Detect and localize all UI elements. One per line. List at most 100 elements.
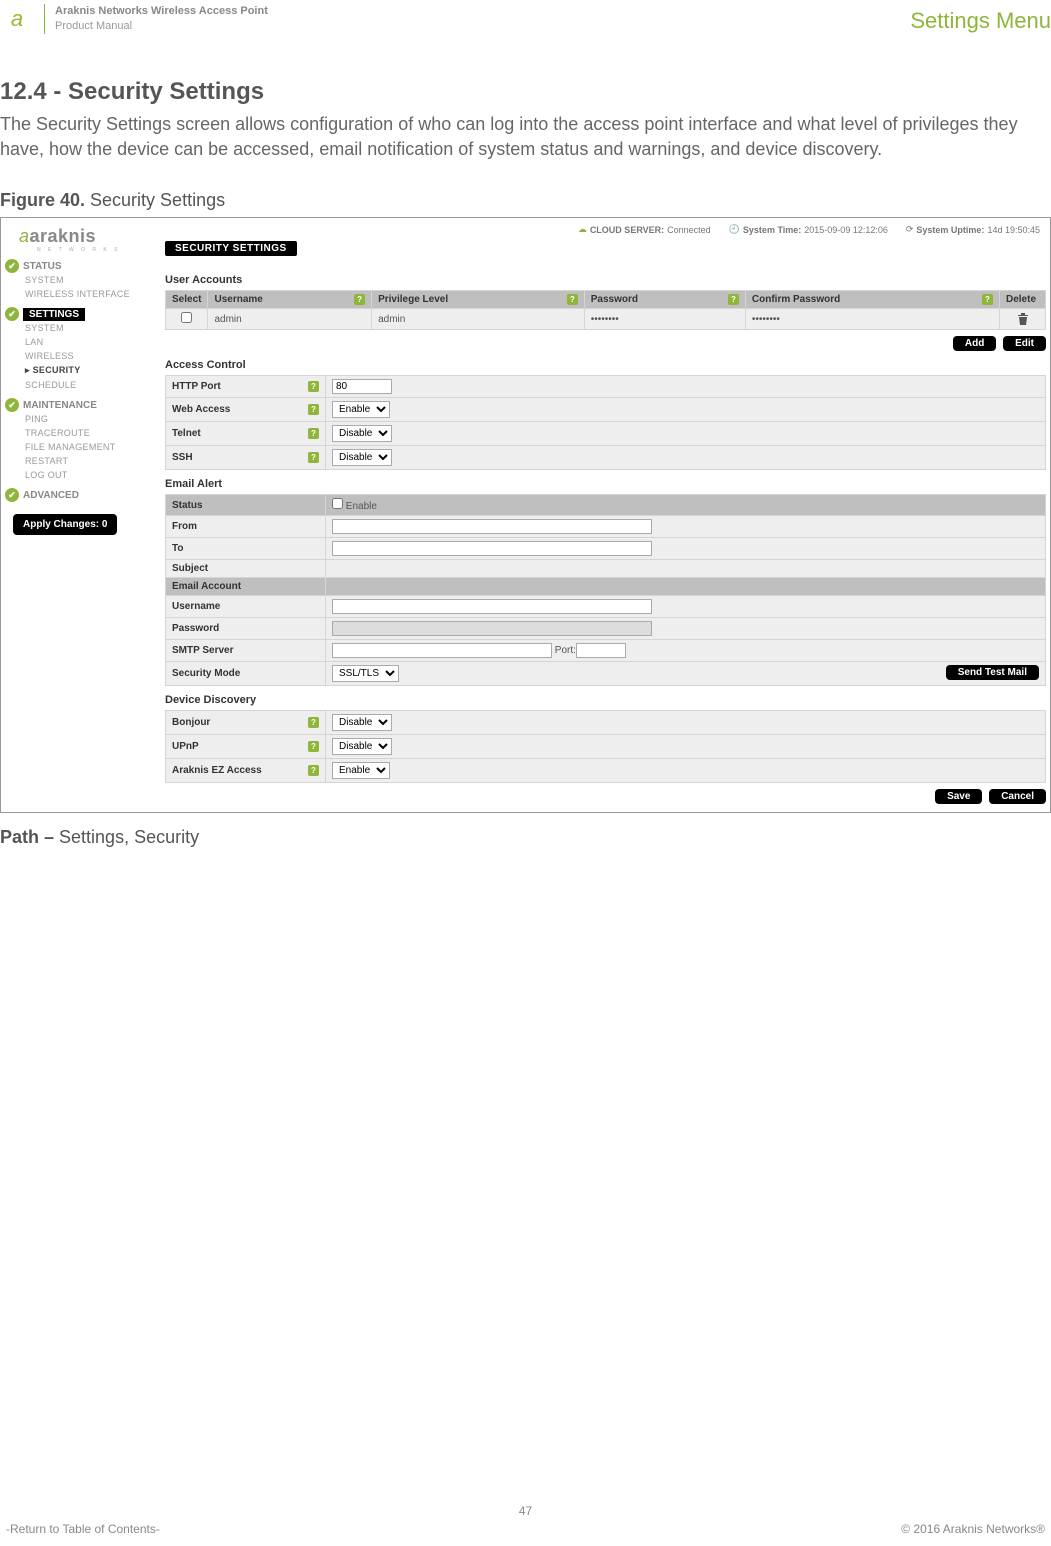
help-icon[interactable]: ? [308,381,319,392]
column-header: Confirm Password? [745,291,999,309]
table-row: HTTP Port? [166,376,1046,398]
sidebar-item[interactable]: FILE MANAGEMENT [5,440,165,454]
page-title-pill: SECURITY SETTINGS [165,241,297,256]
systime-label: System Time: [743,225,801,235]
table-row: Password [166,618,1046,640]
header-title-block: Araknis Networks Wireless Access Point P… [55,4,268,34]
help-icon[interactable]: ? [308,765,319,776]
username-input[interactable] [332,599,652,614]
help-icon[interactable]: ? [308,404,319,415]
araknis ez access-select[interactable]: Enable [332,762,390,779]
table-row: From [166,516,1046,538]
help-icon[interactable]: ? [308,452,319,463]
help-icon[interactable]: ? [354,294,365,305]
trash-icon[interactable] [1017,312,1029,326]
sidebar-group-settings[interactable]: ✔SETTINGS [5,307,165,321]
cloud-label: CLOUD SERVER: [590,225,664,235]
table-row: SSH?Disable [166,446,1046,470]
help-icon[interactable]: ? [982,294,993,305]
sidebar-item[interactable]: WIRELESS [5,349,165,363]
device-discovery-table: Bonjour?DisableUPnP?DisableAraknis EZ Ac… [165,710,1046,783]
access-control-table: HTTP Port?Web Access? Enable Telnet? Disabl… [165,375,1046,470]
sidebar-group-advanced[interactable]: ✔ADVANCED [5,488,165,502]
row-label: From [166,516,326,538]
to-input[interactable] [332,541,652,556]
sidebar-item[interactable]: ▸ SECURITY [5,363,165,378]
sidebar-group-maintenance[interactable]: ✔MAINTENANCE [5,398,165,412]
row-value: Enable [326,398,1046,422]
araknis-logo-icon: a [0,6,34,32]
sidebar-item[interactable]: RESTART [5,454,165,468]
row-label: Subject [166,560,326,578]
page-footer: 47 -Return to Table of Contents- © 2016 … [0,1504,1051,1536]
sidebar-item[interactable]: SYSTEM [5,273,165,287]
help-icon[interactable]: ? [308,717,319,728]
section-heading: 12.4 - Security Settings [0,78,1051,106]
cloud-value: Connected [667,225,711,235]
confirm-password-cell: •••••••• [745,309,999,330]
sidebar-item[interactable]: LAN [5,335,165,349]
sidebar-item[interactable]: SCHEDULE [5,378,165,392]
system-uptime: ⟳ System Uptime: 14d 19:50:45 [906,224,1040,235]
security-mode-select[interactable]: SSL/TLS [332,665,399,682]
smtp-server-input[interactable] [332,643,552,658]
row-value [326,516,1046,538]
row-value [326,578,1046,596]
row-label: Telnet? [166,422,326,446]
status-enable-checkbox[interactable] [332,498,343,509]
access-control-heading: Access Control [165,359,1046,371]
apply-changes-button[interactable]: Apply Changes: 0 [13,514,117,535]
sidebar-item[interactable]: WIRELESS INTERFACE [5,287,165,301]
web access-select[interactable]: Enable [332,401,390,418]
username-cell: admin [208,309,372,330]
password-input[interactable] [332,621,652,636]
row-label: Web Access? [166,398,326,422]
table-row: Email Account [166,578,1046,596]
row-value: Enable [326,495,1046,516]
column-header: Select [166,291,208,309]
from-input[interactable] [332,519,652,534]
figure-caption: Figure 40. Security Settings [0,190,1051,211]
send-test-mail-button[interactable]: Send Test Mail [946,665,1039,680]
row-value [326,596,1046,618]
save-button[interactable]: Save [935,789,982,804]
smtp-port-input[interactable] [576,643,626,658]
settings-menu-label: Settings Menu [910,8,1051,34]
sidebar-item[interactable]: LOG OUT [5,468,165,482]
http-port-input[interactable] [332,379,392,394]
telnet-select[interactable]: Disable [332,425,392,442]
nav-bullet-icon: ✔ [5,488,19,502]
uptime-value: 14d 19:50:45 [987,225,1040,235]
table-row: Status Enable [166,495,1046,516]
header-divider [44,4,45,34]
table-row: Bonjour? Disable [166,711,1046,735]
row-label: Status [166,495,326,516]
return-to-toc-link[interactable]: -Return to Table of Contents- [6,1522,160,1536]
help-icon[interactable]: ? [308,741,319,752]
bonjour-select[interactable]: Disable [332,714,392,731]
ssh-select[interactable]: Disable [332,449,392,466]
table-row: UPnP?Disable [166,735,1046,759]
device-discovery-heading: Device Discovery [165,694,1046,706]
nav-bullet-icon: ✔ [5,398,19,412]
sidebar-item[interactable]: PING [5,412,165,426]
araknis-brand: aaraknis [5,224,165,249]
row-value: Port: [326,640,1046,662]
upnp-select[interactable]: Disable [332,738,392,755]
product-line-2: Product Manual [55,19,268,34]
brand-text: araknis [30,226,97,246]
help-icon[interactable]: ? [567,294,578,305]
edit-button[interactable]: Edit [1003,336,1046,351]
row-label: Bonjour? [166,711,326,735]
help-icon[interactable]: ? [728,294,739,305]
add-button[interactable]: Add [953,336,996,351]
sidebar-item[interactable]: SYSTEM [5,321,165,335]
sidebar-item[interactable]: TRACEROUTE [5,426,165,440]
sidebar-group-status[interactable]: ✔STATUS [5,259,165,273]
help-icon[interactable]: ? [308,428,319,439]
cancel-button[interactable]: Cancel [989,789,1046,804]
port-label: Port: [555,645,576,656]
row-select-checkbox[interactable] [181,312,192,323]
figure-number: Figure 40. [0,190,85,210]
screenshot-frame: aaraknis N E T W O R K S ✔STATUSSYSTEMWI… [0,217,1051,813]
